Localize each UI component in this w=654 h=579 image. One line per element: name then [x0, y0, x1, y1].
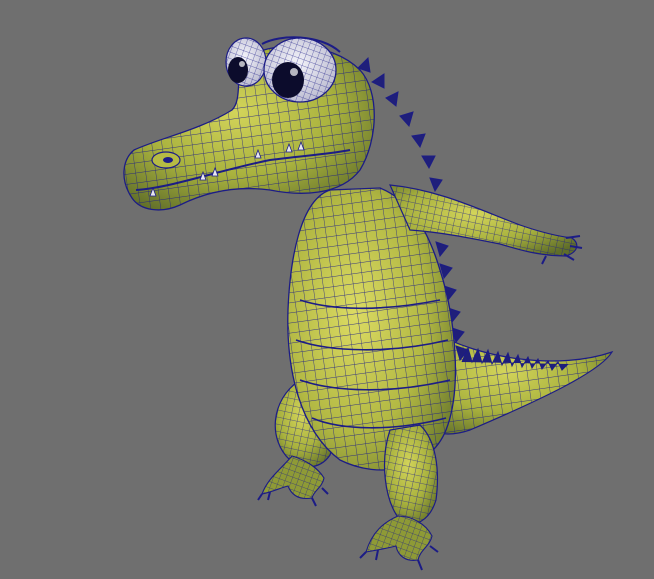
crocodile-model[interactable]	[0, 0, 654, 579]
3d-viewport[interactable]	[0, 0, 654, 579]
left-pupil	[228, 57, 248, 83]
right-pupil	[272, 62, 304, 98]
